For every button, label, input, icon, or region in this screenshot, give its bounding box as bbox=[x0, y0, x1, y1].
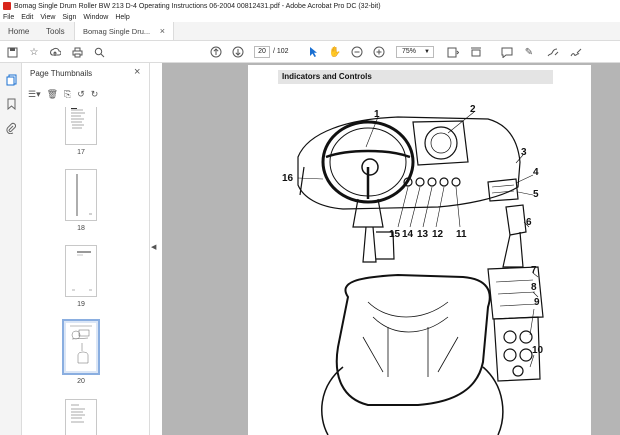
hand-tool-icon[interactable]: ✋ bbox=[328, 45, 342, 59]
callout-15: 15 bbox=[389, 229, 401, 240]
callout-2: 2 bbox=[470, 104, 476, 115]
rotate-right-icon[interactable]: ↻ bbox=[91, 89, 99, 100]
bookmark-star-icon[interactable]: ☆ bbox=[27, 45, 41, 59]
comment-icon[interactable] bbox=[500, 45, 514, 59]
callout-4: 4 bbox=[533, 167, 539, 178]
callout-7: 7 bbox=[531, 265, 537, 276]
page-thumbnails-icon[interactable] bbox=[4, 73, 18, 87]
callout-9: 9 bbox=[534, 297, 540, 308]
scrolling-mode-icon[interactable] bbox=[469, 45, 483, 59]
search-icon[interactable] bbox=[92, 45, 106, 59]
delete-page-icon[interactable]: 🗑 bbox=[47, 89, 58, 100]
menu-sign[interactable]: Sign bbox=[62, 14, 76, 21]
menu-file[interactable]: File bbox=[3, 14, 14, 21]
callout-1: 1 bbox=[374, 109, 380, 120]
select-cursor-icon[interactable] bbox=[306, 45, 320, 59]
menu-view[interactable]: View bbox=[40, 14, 55, 21]
main-toolbar: ☆ 20 / 102 ✋ 75% ▼ ✎ bbox=[0, 41, 620, 63]
thumbnail-page-selected[interactable] bbox=[62, 319, 100, 375]
callout-16: 16 bbox=[282, 173, 294, 184]
thumbnail-label: 19 bbox=[77, 301, 85, 308]
navigation-rail bbox=[0, 63, 22, 435]
window-title: Bomag Single Drum Roller BW 213 D-4 Oper… bbox=[14, 2, 381, 10]
panel-close-icon[interactable]: × bbox=[134, 66, 140, 78]
thumbnail-label: 20 bbox=[77, 378, 85, 385]
thumbnail-page[interactable] bbox=[65, 399, 97, 435]
rotate-left-icon[interactable]: ↺ bbox=[77, 89, 85, 100]
thumbnail-label: 18 bbox=[77, 225, 85, 232]
tab-bar: Home Tools Bomag Single Dru... × bbox=[0, 22, 620, 41]
page-thumbnails-panel: Page Thumbnails × ☰▾ 🗑 ⎘ ↺ ↻ 17 18 19 20 bbox=[22, 63, 170, 435]
indicators-controls-diagram: 1 2 3 4 5 6 7 8 9 10 11 12 13 14 15 16 bbox=[282, 104, 544, 435]
callout-13: 13 bbox=[417, 229, 429, 240]
zoom-out-icon[interactable] bbox=[350, 45, 364, 59]
highlight-pen-icon[interactable]: ✎ bbox=[522, 45, 536, 59]
tab-document-label: Bomag Single Dru... bbox=[83, 26, 151, 36]
draw-freehand-icon[interactable] bbox=[546, 45, 560, 59]
acrobat-logo-icon bbox=[3, 2, 11, 10]
callout-11: 11 bbox=[456, 229, 467, 240]
zoom-level-select[interactable]: 75% ▼ bbox=[396, 46, 434, 58]
page-total: / 102 bbox=[273, 48, 289, 55]
menu-edit[interactable]: Edit bbox=[21, 14, 33, 21]
callout-8: 8 bbox=[531, 282, 537, 293]
bookmarks-icon[interactable] bbox=[4, 97, 18, 111]
tab-close-icon[interactable]: × bbox=[160, 26, 165, 36]
collapse-panel-icon[interactable]: ◀ bbox=[151, 243, 156, 251]
save-icon[interactable] bbox=[5, 45, 19, 59]
section-heading: Indicators and Controls bbox=[282, 72, 372, 81]
print-icon[interactable] bbox=[70, 45, 84, 59]
extract-page-icon[interactable]: ⎘ bbox=[64, 89, 71, 100]
callout-3: 3 bbox=[521, 147, 527, 158]
chevron-down-icon: ▼ bbox=[424, 49, 430, 55]
fill-sign-icon[interactable] bbox=[569, 45, 583, 59]
menu-window[interactable]: Window bbox=[83, 14, 108, 21]
callout-14: 14 bbox=[402, 229, 414, 240]
tab-tools[interactable]: Tools bbox=[38, 22, 74, 40]
section-heading-bar: Indicators and Controls bbox=[278, 70, 553, 84]
tab-document[interactable]: Bomag Single Dru... × bbox=[74, 22, 174, 40]
attachments-paperclip-icon[interactable] bbox=[4, 121, 18, 135]
menu-help[interactable]: Help bbox=[115, 14, 129, 21]
panel-title: Page Thumbnails bbox=[30, 69, 93, 78]
callout-6: 6 bbox=[526, 217, 532, 228]
thumbnail-label: 17 bbox=[77, 149, 85, 156]
thumbnail-page[interactable] bbox=[65, 169, 97, 221]
fit-page-icon[interactable] bbox=[446, 45, 460, 59]
thumbnail-page[interactable] bbox=[65, 107, 97, 145]
next-page-icon[interactable] bbox=[231, 45, 245, 59]
zoom-in-icon[interactable] bbox=[372, 45, 386, 59]
callout-10: 10 bbox=[532, 345, 544, 356]
thumbnail-page[interactable] bbox=[65, 245, 97, 297]
previous-page-icon[interactable] bbox=[209, 45, 223, 59]
document-page: Indicators and Controls 1 2 3 4 5 6 7 8 … bbox=[248, 65, 591, 435]
callout-5: 5 bbox=[533, 189, 539, 200]
thumbnail-options-icon[interactable]: ☰▾ bbox=[28, 89, 41, 100]
share-upload-icon[interactable] bbox=[48, 45, 62, 59]
panel-toolbar: ☰▾ 🗑 ⎘ ↺ ↻ bbox=[28, 87, 104, 101]
zoom-level-value: 75% bbox=[402, 48, 417, 55]
thumbnail-list[interactable]: 17 18 19 20 bbox=[22, 107, 144, 435]
tab-home[interactable]: Home bbox=[0, 22, 38, 40]
page-number-input[interactable]: 20 bbox=[254, 46, 270, 58]
document-canvas[interactable]: Indicators and Controls 1 2 3 4 5 6 7 8 … bbox=[162, 63, 620, 435]
title-bar: Bomag Single Drum Roller BW 213 D-4 Oper… bbox=[0, 0, 620, 12]
menu-bar: File Edit View Sign Window Help bbox=[0, 12, 620, 22]
callout-12: 12 bbox=[432, 229, 444, 240]
